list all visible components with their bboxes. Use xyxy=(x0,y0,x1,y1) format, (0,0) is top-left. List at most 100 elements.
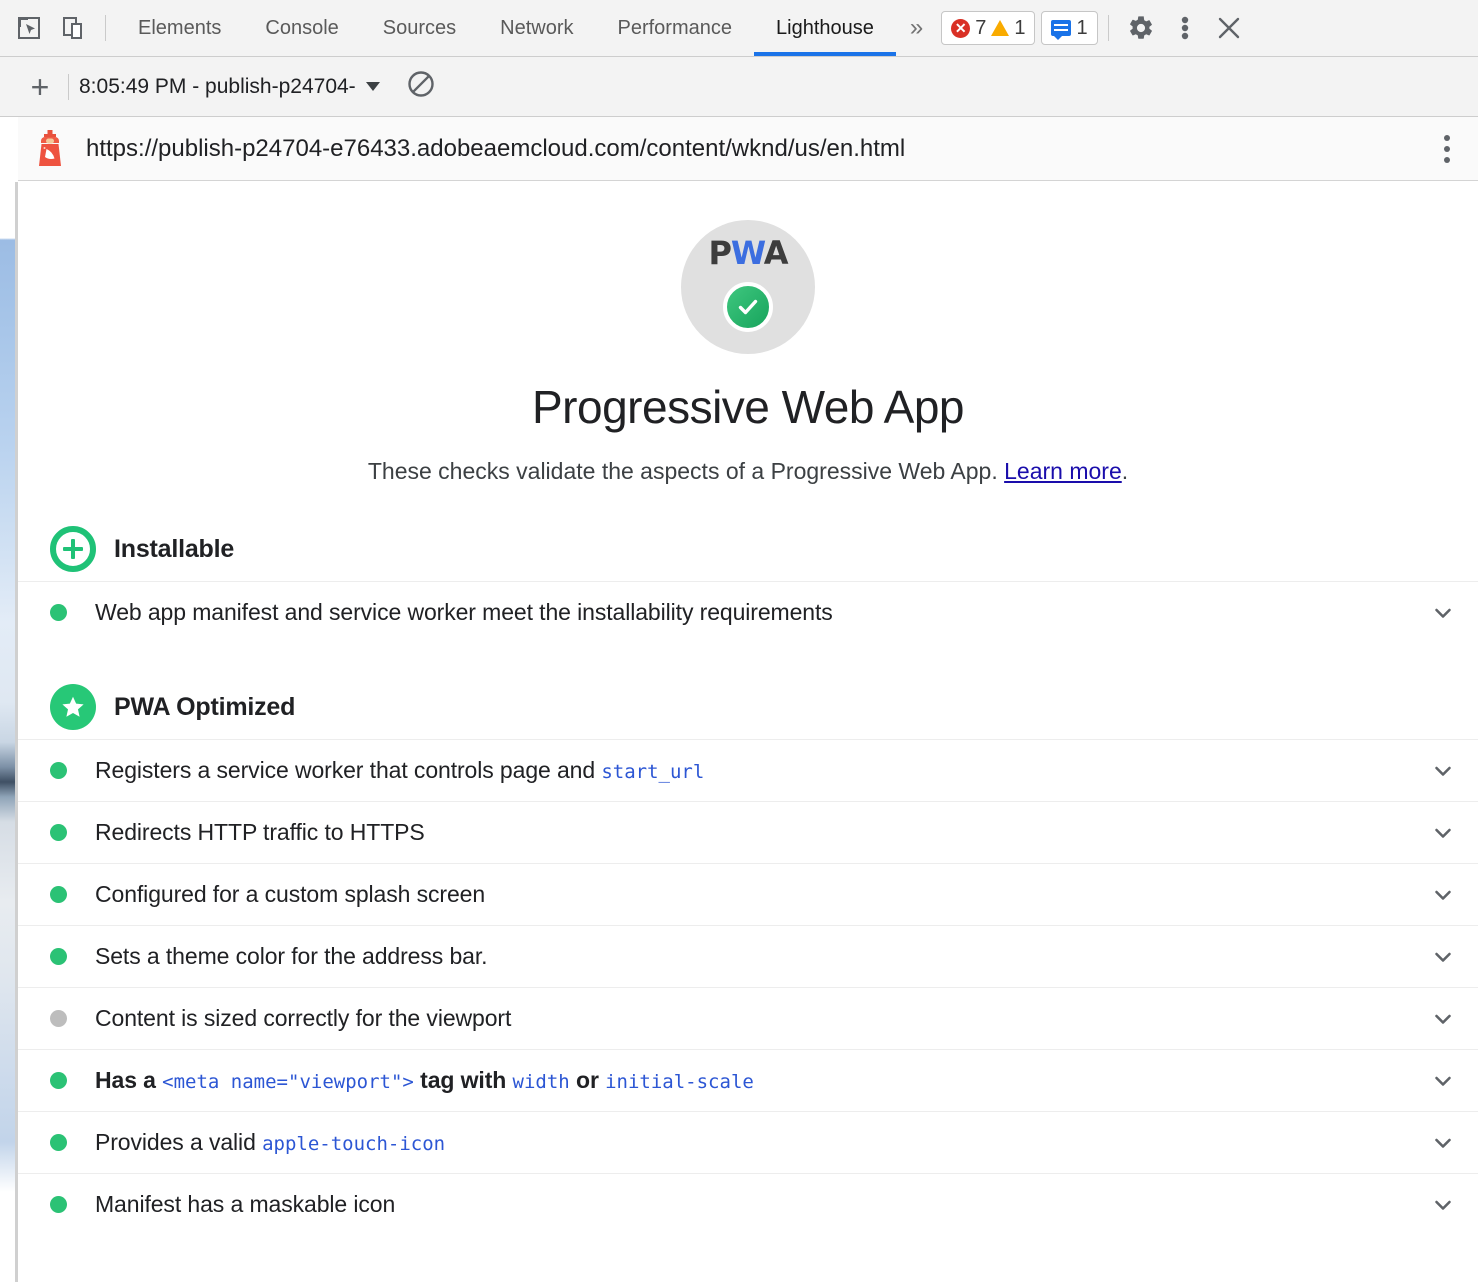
audit-text-part: Provides a valid xyxy=(95,1129,262,1155)
pwa-wordmark: PWA xyxy=(708,237,787,269)
installable-plus-icon xyxy=(50,526,96,572)
chevron-down-icon[interactable] xyxy=(1428,1004,1458,1034)
chevron-down-icon xyxy=(366,82,380,91)
issues-pill[interactable]: 1 xyxy=(1041,11,1097,45)
audit-row[interactable]: Has a <meta name="viewport"> tag with wi… xyxy=(18,1049,1478,1111)
devtools-toolbar: Elements Console Sources Network Perform… xyxy=(0,0,1478,57)
tab-console[interactable]: Console xyxy=(243,0,360,56)
report-select[interactable]: 8:05:49 PM - publish-p24704- xyxy=(79,75,380,99)
audit-code-part: initial-scale xyxy=(605,1071,754,1093)
error-warning-pill[interactable]: ✕ 7 1 xyxy=(941,11,1035,45)
error-icon: ✕ xyxy=(951,19,970,38)
audit-list-installable: Web app manifest and service worker meet… xyxy=(18,581,1478,643)
chevron-down-icon[interactable] xyxy=(1428,880,1458,910)
chevron-down-icon[interactable] xyxy=(1428,1190,1458,1220)
pwa-score-badge: PWA xyxy=(681,220,815,354)
page-content-sliver xyxy=(0,182,15,1282)
section-title-installable: Installable xyxy=(114,535,234,564)
check-circle-icon xyxy=(723,282,773,332)
more-vertical-icon[interactable] xyxy=(1163,6,1207,50)
status-dot-pass xyxy=(50,886,67,903)
tab-elements[interactable]: Elements xyxy=(116,0,243,56)
audit-code-part: apple-touch-icon xyxy=(262,1133,445,1155)
audit-row[interactable]: Registers a service worker that controls… xyxy=(18,739,1478,801)
clear-all-icon[interactable] xyxy=(406,69,436,104)
tab-lighthouse[interactable]: Lighthouse xyxy=(754,0,896,56)
status-dot-pass xyxy=(50,1072,67,1089)
message-count: 1 xyxy=(1076,17,1087,40)
audit-text-part: Has a xyxy=(95,1067,162,1093)
lighthouse-icon xyxy=(28,130,72,168)
report-menu-icon[interactable] xyxy=(1444,135,1450,163)
audit-row[interactable]: Manifest has a maskable icon xyxy=(18,1173,1478,1235)
chevron-down-icon[interactable] xyxy=(1428,942,1458,972)
chevron-down-icon[interactable] xyxy=(1428,1066,1458,1096)
audit-row[interactable]: Provides a valid apple-touch-icon xyxy=(18,1111,1478,1173)
chevron-down-icon[interactable] xyxy=(1428,598,1458,628)
report-description: These checks validate the aspects of a P… xyxy=(18,458,1478,485)
audit-title: Manifest has a maskable icon xyxy=(95,1191,395,1218)
gear-icon[interactable] xyxy=(1119,6,1163,50)
message-icon xyxy=(1051,20,1071,36)
section-header-pwa-optimized: PWA Optimized xyxy=(18,681,1478,733)
status-dot-not-applicable xyxy=(50,1010,67,1027)
audit-code-part: width xyxy=(513,1071,570,1093)
audit-title: Registers a service worker that controls… xyxy=(95,757,704,784)
pwa-check-ring xyxy=(719,278,777,336)
pwa-wordmark-p: P xyxy=(708,234,730,272)
pwa-wordmark-a: A xyxy=(764,234,788,272)
report-description-text: These checks validate the aspects of a P… xyxy=(368,458,1004,484)
audit-text-part: Registers a service worker that controls… xyxy=(95,757,601,783)
audit-title: Has a <meta name="viewport"> tag with wi… xyxy=(95,1067,754,1094)
audit-text-part: or xyxy=(570,1067,605,1093)
learn-more-link[interactable]: Learn more xyxy=(1004,458,1122,484)
status-dot-pass xyxy=(50,762,67,779)
star-icon xyxy=(50,684,96,730)
lighthouse-run-toolbar: + 8:05:49 PM - publish-p24704- xyxy=(0,57,1478,117)
chevron-down-icon[interactable] xyxy=(1428,818,1458,848)
audit-title: Sets a theme color for the address bar. xyxy=(95,943,487,970)
audit-code-part: start_url xyxy=(601,761,704,783)
audit-title: Content is sized correctly for the viewp… xyxy=(95,1005,511,1032)
lighthouse-report: PWA Progressive Web App These checks val… xyxy=(18,182,1478,1282)
error-count: 7 xyxy=(975,17,986,40)
device-toolbar-icon[interactable] xyxy=(51,6,95,50)
audit-title: Provides a valid apple-touch-icon xyxy=(95,1129,445,1156)
toolbar-divider-2 xyxy=(1108,15,1109,41)
audit-row[interactable]: Content is sized correctly for the viewp… xyxy=(18,987,1478,1049)
report-select-label: 8:05:49 PM - publish-p24704- xyxy=(79,75,356,99)
audit-row[interactable]: Redirects HTTP traffic to HTTPS xyxy=(18,801,1478,863)
report-url-bar: https://publish-p24704-e76433.adobeaemcl… xyxy=(18,117,1478,181)
status-dot-pass xyxy=(50,824,67,841)
status-dot-pass xyxy=(50,948,67,965)
run-toolbar-divider xyxy=(68,74,69,100)
close-icon[interactable] xyxy=(1207,6,1251,50)
tab-network[interactable]: Network xyxy=(478,0,595,56)
report-url: https://publish-p24704-e76433.adobeaemcl… xyxy=(86,135,905,163)
warning-icon xyxy=(991,20,1009,36)
audit-list-pwa-optimized: Registers a service worker that controls… xyxy=(18,739,1478,1235)
audit-text-part: tag with xyxy=(414,1067,513,1093)
audit-title: Redirects HTTP traffic to HTTPS xyxy=(95,819,425,846)
more-tabs-icon[interactable]: » xyxy=(896,14,935,42)
tab-performance[interactable]: Performance xyxy=(596,0,755,56)
section-title-pwa-optimized: PWA Optimized xyxy=(114,693,295,722)
chevron-down-icon[interactable] xyxy=(1428,756,1458,786)
status-dot-pass xyxy=(50,604,67,621)
audit-row[interactable]: Sets a theme color for the address bar. xyxy=(18,925,1478,987)
status-dot-pass xyxy=(50,1196,67,1213)
chevron-down-icon[interactable] xyxy=(1428,1128,1458,1158)
toolbar-divider xyxy=(105,15,106,41)
audit-row[interactable]: Web app manifest and service worker meet… xyxy=(18,581,1478,643)
inspect-element-icon[interactable] xyxy=(7,6,51,50)
audit-code-part: <meta name="viewport"> xyxy=(162,1071,414,1093)
page-title: Progressive Web App xyxy=(18,380,1478,434)
audit-title: Configured for a custom splash screen xyxy=(95,881,485,908)
report-description-period: . xyxy=(1122,458,1128,484)
audit-row[interactable]: Configured for a custom splash screen xyxy=(18,863,1478,925)
status-dot-pass xyxy=(50,1134,67,1151)
audit-title: Web app manifest and service worker meet… xyxy=(95,599,833,626)
section-header-installable: Installable xyxy=(18,523,1478,575)
tab-sources[interactable]: Sources xyxy=(361,0,478,56)
new-report-button[interactable]: + xyxy=(22,71,58,103)
